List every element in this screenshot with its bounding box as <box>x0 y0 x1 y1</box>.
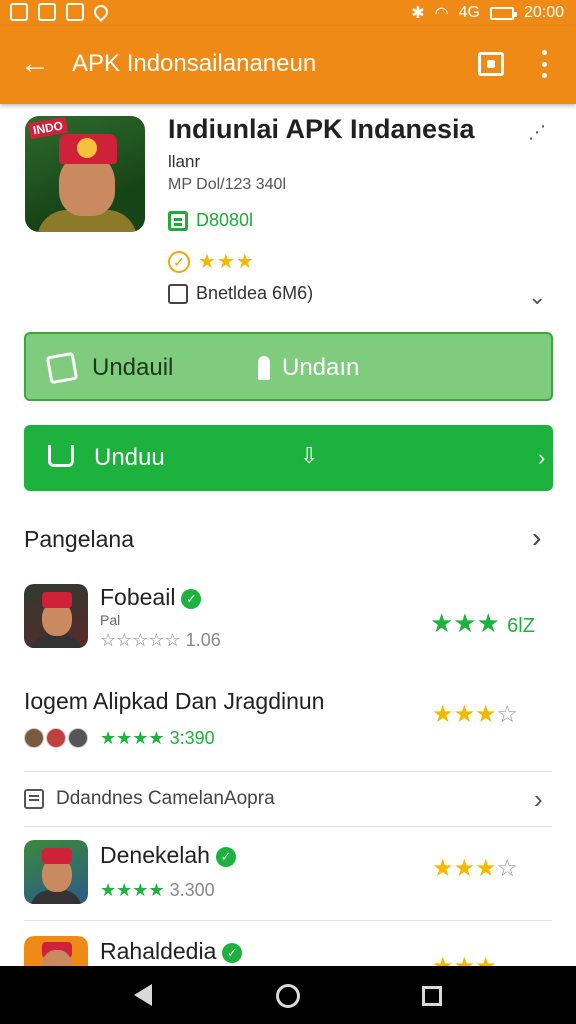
item-right-half: ☆ <box>496 855 519 882</box>
verified-check-icon: ✓ <box>215 846 236 867</box>
person-icon <box>258 356 270 380</box>
sub-section-label: Ddandnes CamelanAopra <box>56 788 275 809</box>
check-circle-icon: ✓ <box>168 250 190 273</box>
item-right-rating: ★★★☆ <box>432 854 518 883</box>
avatar <box>24 728 44 748</box>
chat-icon <box>66 3 84 21</box>
developer-name[interactable]: llanr <box>168 152 200 172</box>
verified-check-icon: ✓ <box>222 942 243 963</box>
item-thumbnail <box>24 840 88 904</box>
item-right-stars: ★★★ <box>432 855 497 882</box>
send-icon <box>45 351 79 385</box>
verified-icon <box>168 210 188 231</box>
status-bar: ✱ ◠ 4G 20:00 <box>0 0 576 26</box>
chevron-right-icon: › <box>538 445 546 470</box>
item-rating-stars: ★★★★ <box>100 728 165 748</box>
size-row[interactable]: Bnetldea 6M6) <box>168 283 313 304</box>
item-right-stars: ★★★ <box>432 952 497 966</box>
item-thumbnail <box>24 936 88 966</box>
item-title: Rahaldedia <box>100 938 217 964</box>
divider <box>24 920 552 921</box>
secondary-button-label-right: Undaın <box>282 354 360 381</box>
sub-section-header[interactable]: Ddandnes CamelanAopra <box>24 788 275 810</box>
download-button-label: Unduu <box>94 444 165 471</box>
verified-row: D8080l <box>168 210 253 231</box>
location-icon <box>91 2 111 22</box>
size-label: Bnetldea 6M6) <box>196 283 314 303</box>
navigation-bar <box>0 966 576 1024</box>
chevron-down-icon[interactable]: ⌄ <box>528 284 546 310</box>
avatar <box>68 728 88 748</box>
item-title: Iogem Alipkad Dan Jragdinun <box>24 688 325 714</box>
item-title-wrap: Rahaldedia ✓ <box>100 938 243 965</box>
item-right-stars: ★★★ <box>432 701 497 728</box>
item-rating: 3:390 <box>169 728 215 748</box>
rating-row: ✓ ★★★ <box>168 249 255 274</box>
item-rating: 3.300 <box>169 880 215 900</box>
battery-icon <box>489 6 517 20</box>
bluetooth-icon: ✱ <box>411 5 425 22</box>
mail-icon <box>38 3 56 21</box>
item-rating-wrap: ★★★★ 3:390 <box>100 728 215 749</box>
item-sub: Pal <box>100 612 121 628</box>
secondary-button-label-left: Undauil <box>92 354 174 381</box>
verified-check-icon: ✓ <box>181 588 202 609</box>
item-title-wrap: Denekelah ✓ <box>100 842 236 869</box>
overflow-menu-icon[interactable] <box>536 50 552 78</box>
section-title: Pangelana <box>24 526 134 552</box>
avatar-group <box>24 728 88 748</box>
back-arrow-icon[interactable]: ← <box>20 49 50 79</box>
list-item[interactable]: Rahaldedia✓ ★★★ <box>0 936 576 966</box>
item-right-half: ☆ <box>496 701 519 728</box>
item-right-rating: ★★★ 6lZ <box>430 608 535 639</box>
item-thumbnail <box>24 584 88 648</box>
share-icon[interactable]: ⋰ <box>528 122 552 142</box>
item-rating-stars: ★★★★ <box>100 880 165 900</box>
size-checkbox[interactable] <box>168 283 188 304</box>
cart-icon <box>48 445 74 467</box>
item-right-stars: ★★★ <box>430 608 500 638</box>
app-bar: ← APK Indonsailananeun <box>0 26 576 104</box>
section-chevron-icon[interactable]: › <box>532 522 541 554</box>
app-icon: INDO <box>25 116 145 232</box>
screenshot-icon[interactable] <box>478 52 504 76</box>
download-button[interactable]: Unduu ⇩ › <box>24 425 553 491</box>
secondary-download-button[interactable]: Undauil Undaın <box>24 332 553 401</box>
notification-icon <box>10 3 28 21</box>
nav-home-icon[interactable] <box>276 984 300 1008</box>
item-rating: ☆☆☆☆☆ 1.06 <box>100 630 221 650</box>
app-stars: ★★★ <box>198 251 255 273</box>
item-title: Denekelah <box>100 842 210 868</box>
list-icon <box>24 789 44 809</box>
nav-recents-icon[interactable] <box>422 986 442 1006</box>
item-right-rating: ★★★☆ <box>432 700 518 729</box>
app-code: D8080l <box>196 210 254 230</box>
avatar <box>46 728 66 748</box>
wifi-icon: ◠ <box>434 5 449 22</box>
item-right-badge: 6lZ <box>507 615 535 637</box>
app-meta: MP Dol/123 340l <box>168 176 286 193</box>
item-title-wrap: Fobeail ✓ <box>100 584 202 611</box>
item-rating-wrap: ★★★★ 3.300 <box>100 880 215 901</box>
divider <box>24 826 552 827</box>
sub-section-chevron-icon[interactable]: › <box>534 784 543 815</box>
clock: 20:00 <box>523 4 564 21</box>
page-title: APK Indonsailananeun <box>72 50 317 77</box>
divider <box>24 771 552 772</box>
signal-text: 4G <box>458 4 480 21</box>
download-icon: ⇩ <box>300 443 319 468</box>
app-name: Indiunlai APK Indanesia <box>168 114 475 144</box>
nav-back-icon[interactable] <box>134 984 152 1006</box>
item-title: Fobeail <box>100 584 176 610</box>
